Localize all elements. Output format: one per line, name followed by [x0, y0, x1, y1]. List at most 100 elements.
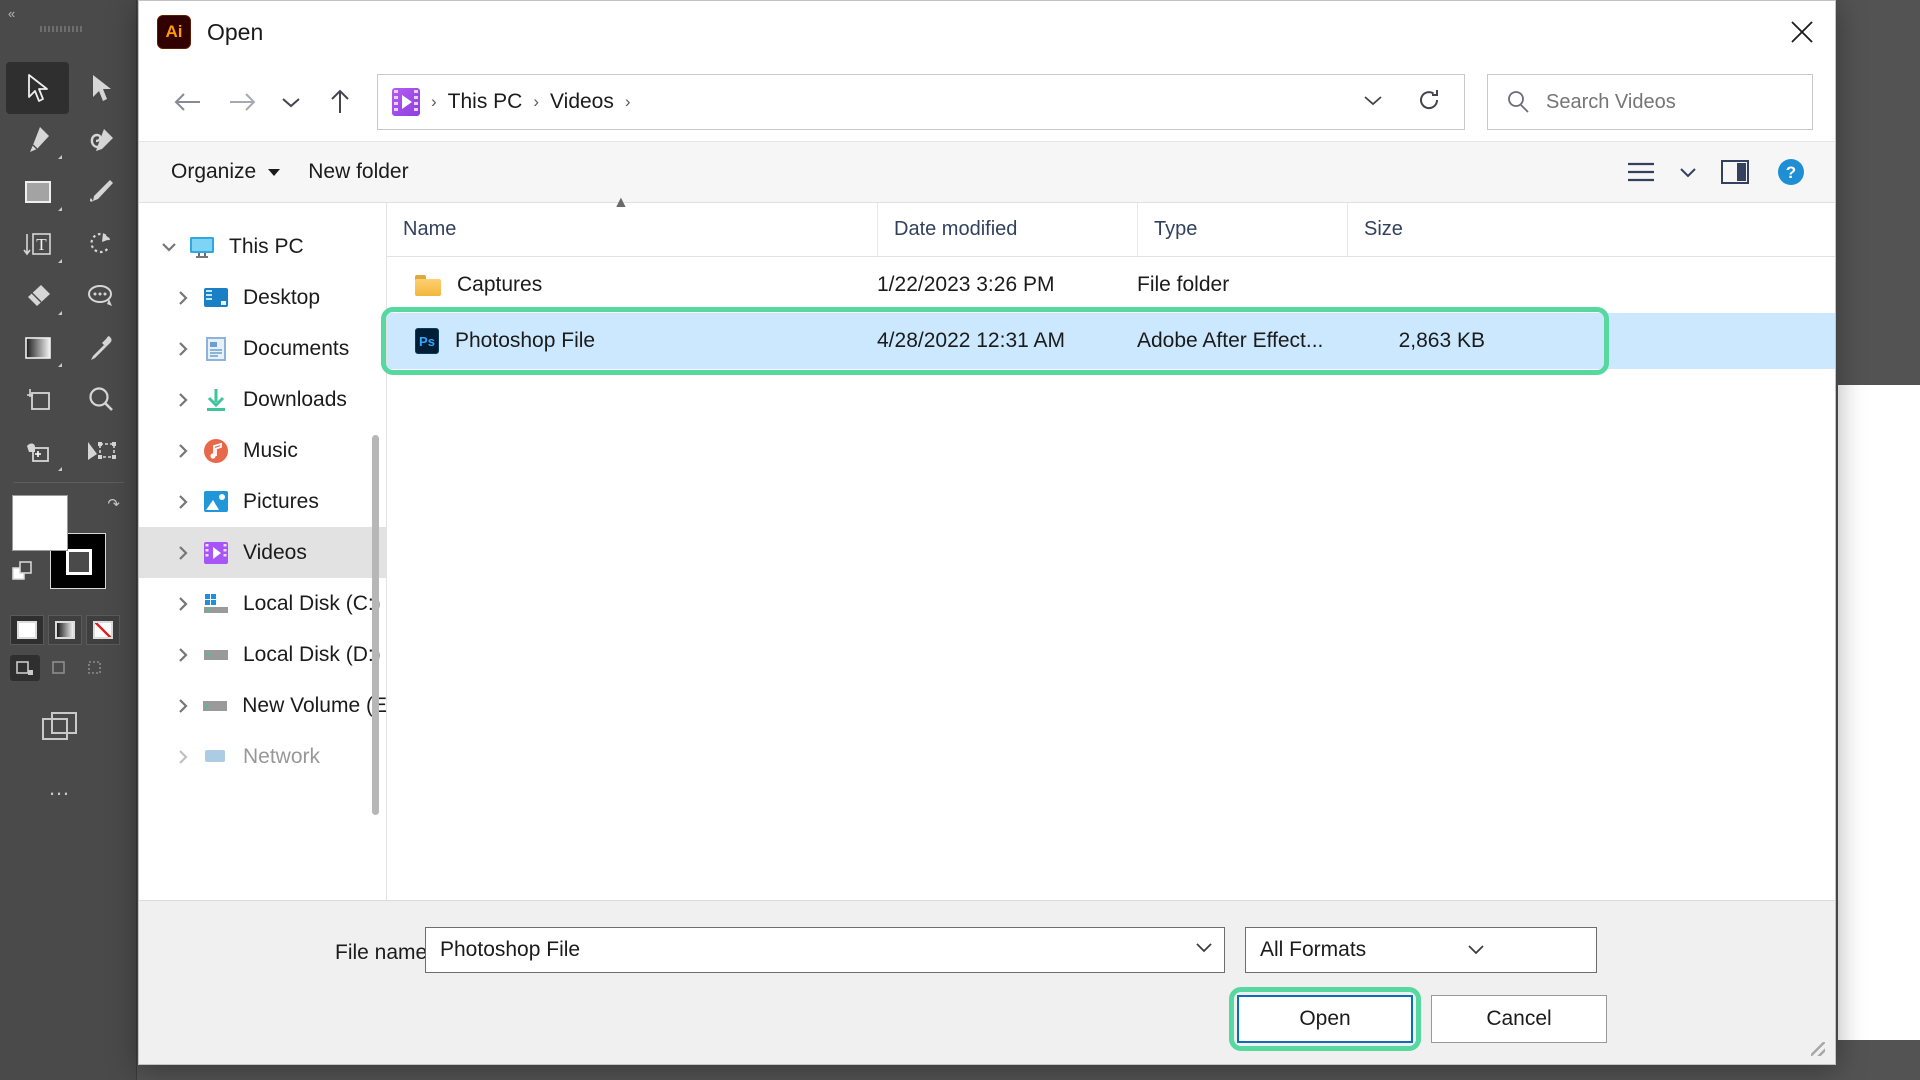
chevron-right-icon[interactable]	[167, 749, 199, 765]
table-row[interactable]: Ps Photoshop File 4/28/2022 12:31 AM Ado…	[387, 313, 1835, 369]
chevron-down-icon[interactable]	[153, 241, 185, 253]
column-header-date-modified[interactable]: Date modified	[877, 202, 1137, 257]
organize-label: Organize	[171, 160, 257, 183]
sidebar-item-pictures[interactable]: Pictures	[139, 476, 387, 527]
eyedropper-tool[interactable]	[69, 322, 132, 374]
sidebar-item-this-pc[interactable]: This PC	[139, 221, 387, 272]
tool-flyout-indicator[interactable]	[58, 467, 62, 471]
file-format-select[interactable]: All Formats	[1245, 927, 1597, 973]
paintbrush-tool[interactable]	[69, 166, 132, 218]
free-transform-tool[interactable]	[69, 426, 132, 478]
file-format-chevron-down-icon[interactable]	[1466, 938, 1586, 962]
preview-pane-icon[interactable]	[1709, 150, 1761, 194]
refresh-icon[interactable]	[1400, 87, 1458, 118]
chevron-right-icon[interactable]	[167, 596, 199, 612]
column-header-type[interactable]: Type	[1137, 202, 1347, 257]
direct-selection-tool[interactable]	[69, 62, 132, 114]
chevron-right-icon[interactable]	[167, 494, 199, 510]
pictures-icon	[199, 490, 233, 514]
sidebar-item-new-volume-e[interactable]: New Volume (E	[139, 680, 387, 731]
resize-grip[interactable]	[1811, 1042, 1825, 1056]
sidebar-item-videos[interactable]: Videos	[139, 527, 387, 578]
open-button[interactable]: Open	[1237, 995, 1413, 1043]
curvature-pen-tool[interactable]	[69, 114, 132, 166]
sidebar-item-downloads[interactable]: Downloads	[139, 374, 387, 425]
search-box[interactable]	[1487, 74, 1813, 130]
close-icon[interactable]	[1769, 1, 1835, 63]
column-header-name[interactable]: Name ▲	[387, 194, 877, 257]
tool-flyout-indicator[interactable]	[58, 363, 62, 367]
chevron-right-icon[interactable]	[167, 698, 199, 714]
toolbar-drag-handle[interactable]	[40, 26, 84, 32]
cancel-button[interactable]: Cancel	[1431, 995, 1607, 1043]
sidebar-item-local-disk-d[interactable]: Local Disk (D:)	[139, 629, 387, 680]
breadcrumb-separator[interactable]: ›	[625, 92, 631, 112]
breadcrumb-videos[interactable]: Videos	[550, 90, 614, 114]
fill-color-swatch[interactable]	[12, 495, 68, 551]
table-row[interactable]: Captures 1/22/2023 3:26 PM File folder	[387, 257, 1835, 313]
list-view-icon[interactable]	[1615, 150, 1667, 194]
toolbar-collapse-icon[interactable]: «	[8, 6, 15, 21]
default-fill-stroke-icon[interactable]	[12, 561, 34, 583]
dialog-body: This PC Desktop Documents Downloads Musi…	[139, 194, 1835, 900]
help-icon[interactable]: ?	[1765, 150, 1817, 194]
forward-arrow-icon[interactable]	[215, 75, 269, 129]
selection-tool[interactable]	[6, 62, 69, 114]
recent-locations-chevron-down-icon[interactable]	[269, 75, 313, 129]
file-size-cell: 2,863 KB	[1398, 329, 1485, 352]
file-date-cell: 4/28/2022 12:31 AM	[877, 329, 1065, 352]
chevron-right-icon[interactable]	[167, 341, 199, 357]
up-arrow-icon[interactable]	[313, 75, 367, 129]
sidebar-scrollbar-thumb[interactable]	[372, 435, 379, 815]
rotate-tool[interactable]	[69, 218, 132, 270]
screen-mode-button[interactable]	[40, 710, 84, 751]
sidebar-item-desktop[interactable]: Desktop	[139, 272, 387, 323]
chevron-right-icon[interactable]	[167, 443, 199, 459]
gradient-fill-mode-button[interactable]	[48, 615, 82, 645]
sidebar-item-network[interactable]: Network	[139, 731, 387, 782]
tool-flyout-indicator[interactable]	[58, 311, 62, 315]
artboard-tool[interactable]	[6, 374, 69, 426]
file-name-chevron-down-icon[interactable]	[1194, 941, 1214, 959]
edit-toolbar-icon[interactable]: …	[48, 775, 72, 801]
none-fill-mode-button[interactable]	[86, 615, 120, 645]
zoom-tool[interactable]	[69, 374, 132, 426]
address-chevron-down-icon[interactable]	[1346, 93, 1400, 112]
sidebar-item-local-disk-c[interactable]: Local Disk (C:)	[139, 578, 387, 629]
swap-fill-stroke-icon[interactable]: ↷	[107, 495, 120, 513]
sidebar-item-documents[interactable]: Documents	[139, 323, 387, 374]
eraser-tool[interactable]	[6, 270, 69, 322]
file-name-combobox[interactable]	[425, 927, 1225, 973]
new-folder-button[interactable]: New folder	[294, 150, 422, 194]
shape-builder-tool[interactable]	[6, 426, 69, 478]
type-tool[interactable]: T	[6, 218, 69, 270]
column-header-size[interactable]: Size	[1347, 202, 1497, 257]
tool-flyout-indicator[interactable]	[58, 155, 62, 159]
dialog-titlebar[interactable]: Ai Open	[139, 1, 1835, 63]
view-chevron-down-icon[interactable]	[1671, 150, 1705, 194]
chevron-right-icon[interactable]	[167, 647, 199, 663]
chevron-right-icon[interactable]	[167, 290, 199, 306]
back-arrow-icon[interactable]	[161, 75, 215, 129]
chevron-right-icon[interactable]	[167, 545, 199, 561]
breadcrumb-this-pc[interactable]: This PC	[448, 90, 523, 114]
tool-flyout-indicator[interactable]	[58, 259, 62, 263]
column-header-label: Date modified	[894, 218, 1018, 240]
tool-flyout-indicator[interactable]	[58, 207, 62, 211]
pen-tool[interactable]	[6, 114, 69, 166]
gradient-tool[interactable]	[6, 322, 69, 374]
network-icon	[199, 747, 233, 767]
sidebar-item-music[interactable]: Music	[139, 425, 387, 476]
chevron-right-icon[interactable]	[167, 392, 199, 408]
rectangle-tool[interactable]	[6, 166, 69, 218]
organize-button[interactable]: Organize	[157, 150, 294, 194]
search-input[interactable]	[1546, 90, 1786, 114]
draw-normal-button[interactable]	[10, 655, 40, 681]
lasso-tool[interactable]	[69, 270, 132, 322]
address-bar[interactable]: › This PC › Videos ›	[377, 74, 1465, 130]
color-mode-row	[10, 615, 120, 645]
draw-behind-button[interactable]	[46, 655, 76, 681]
color-fill-mode-button[interactable]	[10, 615, 44, 645]
draw-inside-button[interactable]	[82, 655, 112, 681]
file-name-input[interactable]	[440, 938, 1194, 962]
